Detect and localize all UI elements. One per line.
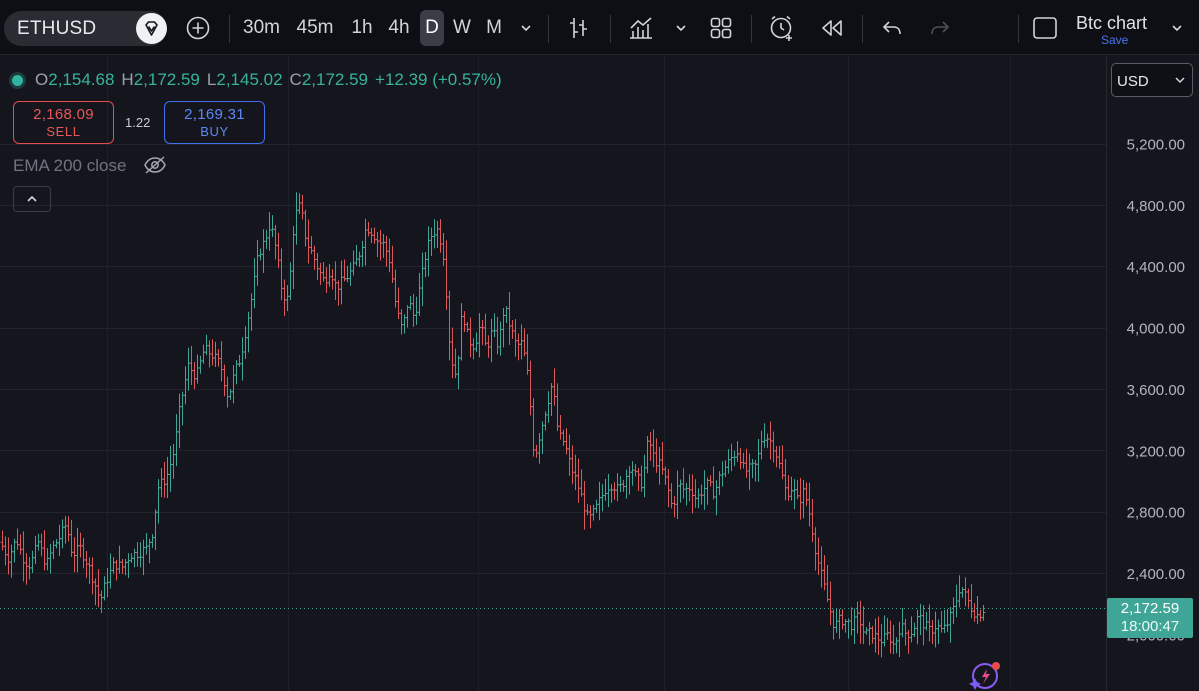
chart-canvas[interactable]: 5,200.00 4,800.00 4,400.00 4,000.00 3,600.00…: [0, 56, 1199, 691]
change-value: +12.39 (+0.57%): [375, 70, 502, 89]
toolbar-divider: [229, 15, 230, 43]
replay-icon[interactable]: [815, 10, 849, 46]
close-value: 2,172.59: [301, 70, 369, 89]
layout-dropdown-icon[interactable]: [1166, 10, 1188, 46]
timeframe-4h[interactable]: 4h: [383, 10, 415, 46]
price-axis-label: 2,400.00: [1127, 566, 1185, 583]
chart-background: [0, 56, 1199, 691]
toolbar-divider: [751, 15, 752, 43]
toolbar-divider: [548, 15, 549, 43]
sell-button[interactable]: 2,168.09 SELL: [13, 101, 114, 144]
toolbar-divider: [610, 15, 611, 43]
price-chart[interactable]: 5,200.00 4,800.00 4,400.00 4,000.00 3,600.00…: [0, 56, 1199, 691]
layout-name[interactable]: Btc chart: [1076, 13, 1147, 34]
price-axis-label: 2,800.00: [1127, 505, 1185, 522]
timeframe-d[interactable]: D: [420, 10, 444, 46]
sell-price: 2,168.09: [33, 106, 94, 123]
chevron-down-icon[interactable]: [1174, 73, 1186, 91]
timeframe-m[interactable]: M: [481, 10, 507, 46]
low-label: L: [206, 70, 217, 89]
price-axis-label: 5,200.00: [1127, 137, 1185, 154]
price-axis-label: 3,600.00: [1127, 382, 1185, 399]
symbol-name: ETHUSD: [17, 18, 97, 39]
undo-icon[interactable]: [876, 10, 908, 46]
bar-style-icon[interactable]: [562, 10, 596, 46]
high-label: H: [121, 70, 134, 89]
spread-value: 1.22: [125, 115, 151, 130]
eye-hidden-icon[interactable]: [143, 155, 167, 180]
templates-icon[interactable]: [704, 10, 738, 46]
collapse-legend-button[interactable]: [13, 186, 51, 212]
redo-icon[interactable]: [924, 10, 956, 46]
layout-box-icon[interactable]: [1030, 10, 1060, 46]
toolbar-divider: [862, 15, 863, 43]
top-toolbar: ETHUSD 30m 45m 1h 4h D W M Btc chart Sav…: [0, 0, 1199, 55]
timeframe-w[interactable]: W: [449, 10, 475, 46]
timeframe-45m[interactable]: 45m: [291, 10, 339, 46]
timeframe-30m[interactable]: 30m: [238, 10, 285, 46]
symbol-badge-icon[interactable]: [136, 13, 167, 44]
sell-label: SELL: [46, 124, 81, 139]
chevron-up-icon: [27, 195, 37, 202]
symbol-search-button[interactable]: ETHUSD: [4, 11, 167, 46]
open-value: 2,154.68: [48, 70, 115, 89]
ohlc-legend: O 2,154.68 H 2,172.59 L 2,145.02 C 2,172…: [12, 70, 509, 90]
buy-button[interactable]: 2,169.31 BUY: [164, 101, 265, 144]
indicators-dropdown-icon[interactable]: [670, 10, 692, 46]
price-axis-label: 4,400.00: [1127, 259, 1185, 276]
bar-countdown: 18:00:47: [1120, 618, 1180, 635]
price-axis-label: 4,800.00: [1127, 198, 1185, 215]
indicators-icon[interactable]: [623, 10, 659, 46]
toolbar-divider: [1018, 15, 1019, 43]
market-status-icon: [12, 74, 23, 86]
low-value: 2,145.02: [216, 70, 283, 89]
buy-price: 2,169.31: [184, 106, 245, 123]
price-axis-label: 4,000.00: [1127, 321, 1185, 338]
last-price-tag: 2,172.59 18:00:47: [1107, 598, 1193, 638]
price-axis-label: 3,200.00: [1127, 443, 1185, 460]
open-label: O: [35, 70, 49, 89]
layout-save-button[interactable]: Save: [1101, 33, 1128, 47]
alert-icon[interactable]: [764, 10, 800, 46]
last-price-value: 2,172.59: [1120, 600, 1180, 617]
buy-label: BUY: [200, 124, 229, 139]
high-value: 2,172.59: [133, 70, 200, 89]
magic-assistant-icon[interactable]: [967, 660, 1003, 691]
timeframe-1h[interactable]: 1h: [346, 10, 378, 46]
add-symbol-icon[interactable]: [180, 10, 216, 46]
timeframe-dropdown-icon[interactable]: [514, 10, 538, 46]
indicator-label[interactable]: EMA 200 close: [13, 156, 126, 176]
close-label: C: [289, 70, 302, 89]
